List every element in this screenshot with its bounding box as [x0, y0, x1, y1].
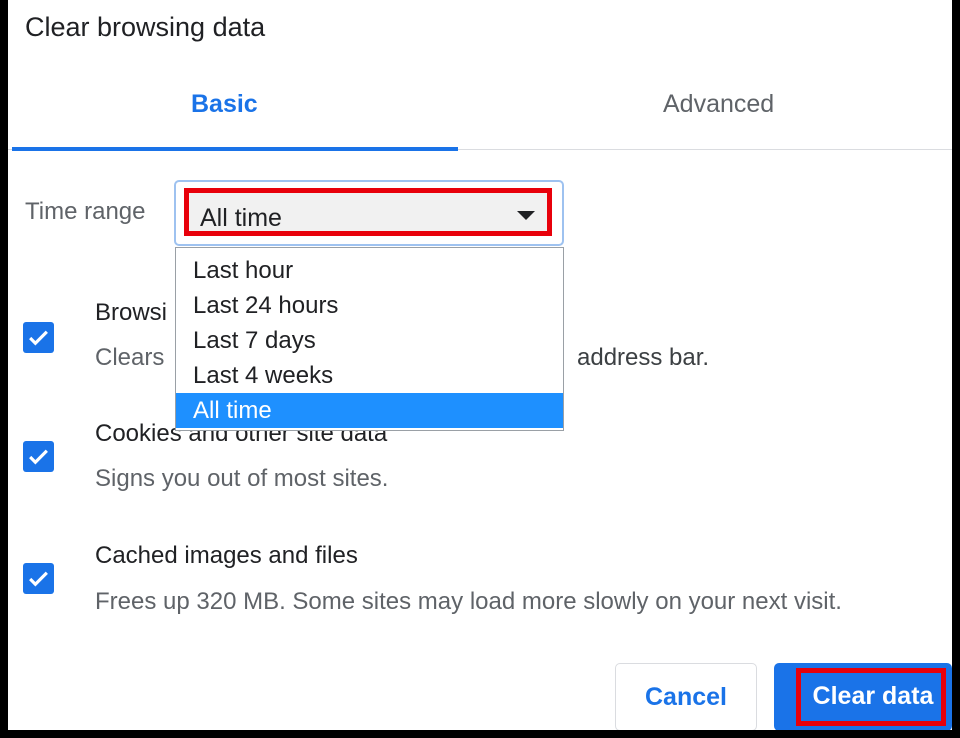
cached-images-desc: Frees up 320 MB. Some sites may load mor… [95, 588, 842, 615]
browsing-history-desc-left: Clears [95, 344, 165, 371]
dropdown-caret-icon[interactable] [517, 211, 535, 220]
option-last-24-hours[interactable]: Last 24 hours [176, 288, 563, 323]
cancel-label: Cancel [645, 683, 727, 711]
cancel-button[interactable]: Cancel [615, 663, 757, 730]
cookies-desc: Signs you out of most sites. [95, 465, 389, 492]
browsing-history-checkbox[interactable] [23, 322, 54, 353]
cached-images-checkbox[interactable] [23, 563, 54, 594]
time-range-label: Time range [25, 198, 146, 225]
option-label: All time [193, 397, 272, 424]
time-range-selected-value: All time [200, 204, 282, 232]
cached-images-title: Cached images and files [95, 542, 358, 569]
time-range-dropdown: Last hour Last 24 hours Last 7 days Last… [175, 247, 564, 431]
clear-data-button[interactable]: Clear data [774, 663, 952, 730]
browsing-history-desc-right: address bar. [577, 344, 710, 371]
tab-advanced[interactable]: Advanced [663, 90, 774, 119]
clear-data-label: Clear data [812, 682, 934, 710]
option-label: Last hour [193, 257, 294, 284]
option-last-hour[interactable]: Last hour [176, 253, 563, 288]
select-highlight-box: All time [184, 188, 552, 236]
checkmark-icon [29, 330, 48, 346]
option-last-7-days[interactable]: Last 7 days [176, 323, 563, 358]
active-tab-indicator [12, 147, 458, 151]
checkmark-icon [29, 571, 48, 587]
checkmark-icon [29, 449, 48, 465]
cookies-checkbox[interactable] [23, 441, 54, 472]
option-last-4-weeks[interactable]: Last 4 weeks [176, 358, 563, 393]
option-label: Last 4 weeks [193, 362, 334, 389]
option-all-time[interactable]: All time [176, 393, 563, 428]
option-label: Last 7 days [193, 327, 316, 354]
tab-basic[interactable]: Basic [191, 90, 258, 119]
dialog-title: Clear browsing data [25, 12, 266, 42]
browsing-history-title: Browsi [95, 299, 168, 326]
time-range-select[interactable]: All time [174, 180, 564, 246]
option-label: Last 24 hours [193, 292, 339, 319]
clear-browsing-data-dialog: Clear browsing data Basic Advanced Time … [8, 0, 952, 730]
